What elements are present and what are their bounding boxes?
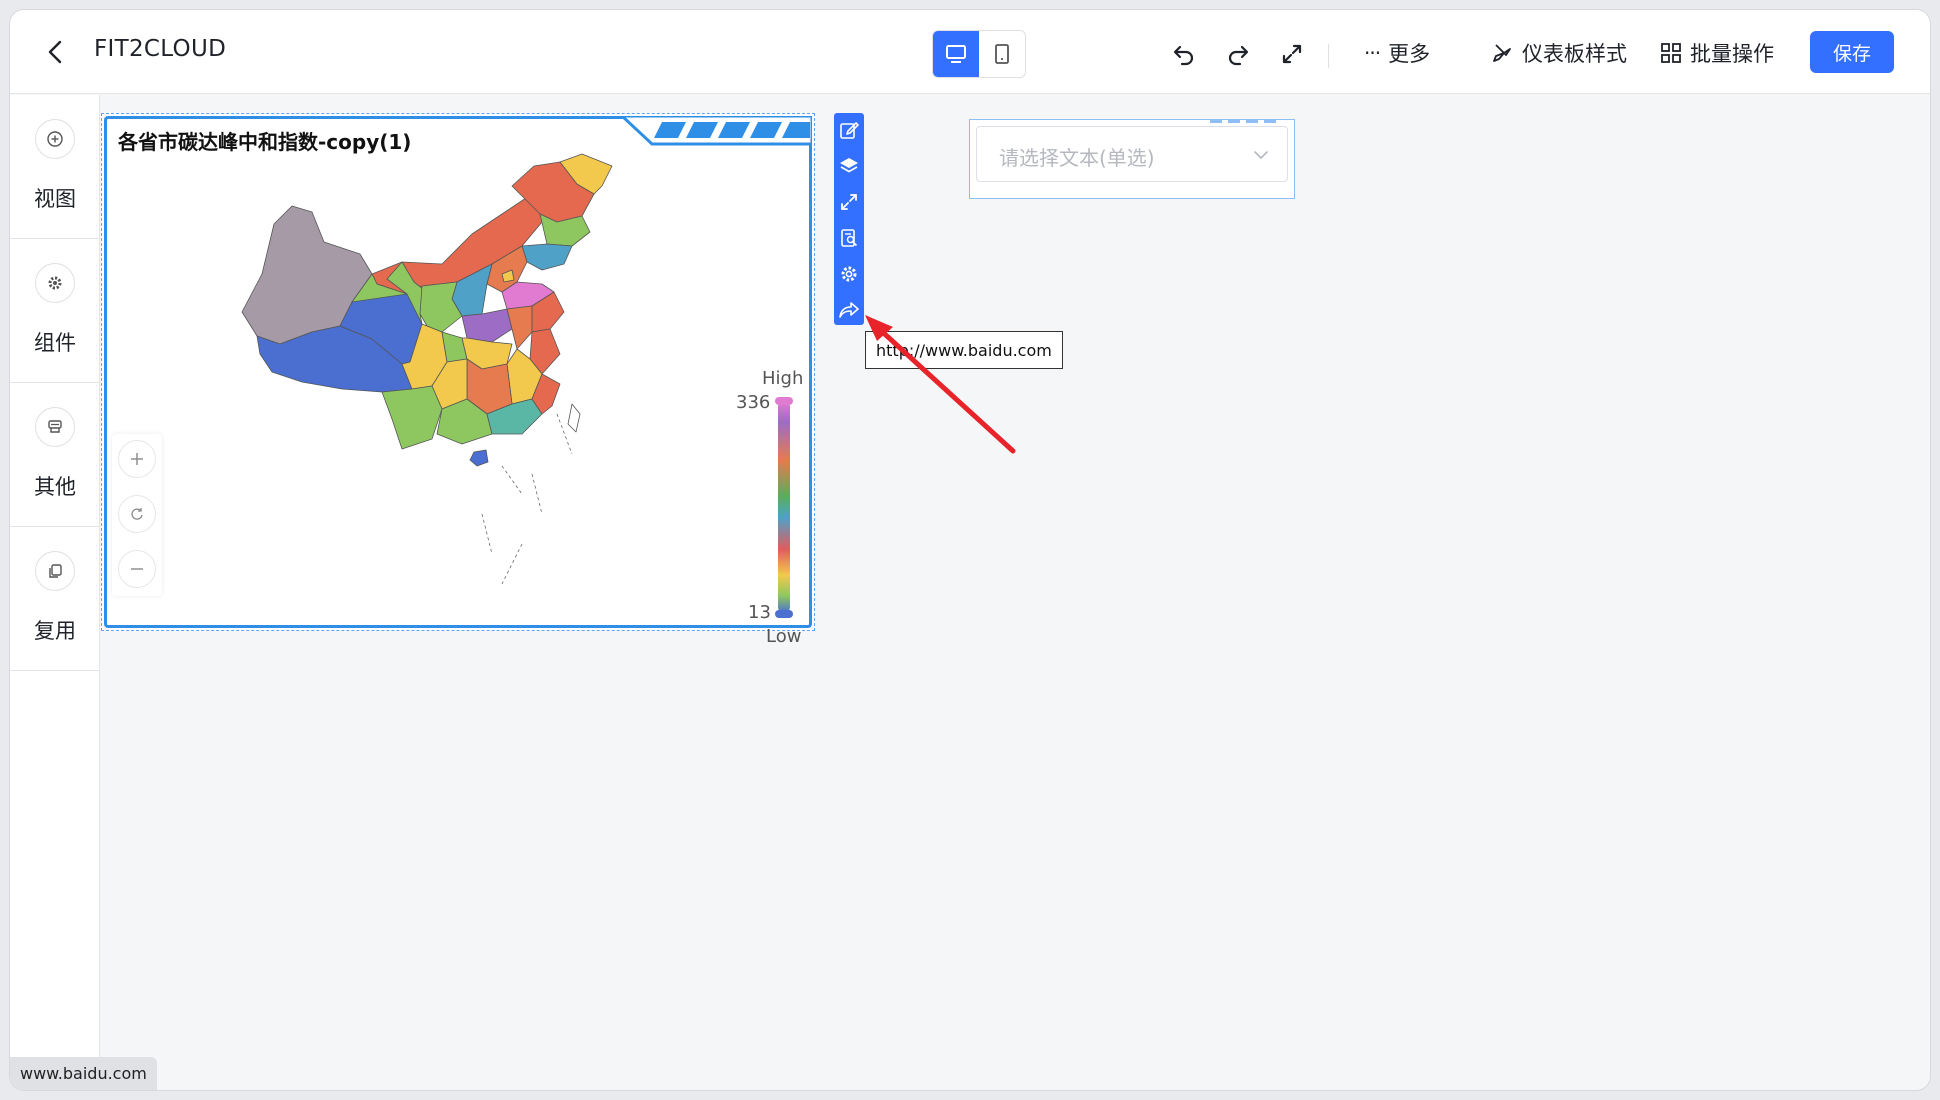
zoom-in-icon[interactable] bbox=[118, 440, 156, 478]
dashboard-style-label: 仪表板样式 bbox=[1522, 42, 1627, 66]
status-bar-url: www.baidu.com bbox=[10, 1057, 157, 1090]
sidebar-item-label: 视图 bbox=[34, 187, 76, 211]
sidebar-item-reuse[interactable]: 复用 bbox=[10, 527, 100, 671]
map-region-yunnan bbox=[381, 385, 443, 450]
stamp-icon bbox=[35, 407, 75, 447]
component-toolbar bbox=[834, 113, 864, 325]
legend-max-value: 336 bbox=[736, 392, 771, 413]
fullscreen-icon[interactable] bbox=[1276, 38, 1308, 70]
annotation-arrow bbox=[865, 315, 1016, 454]
zoom-out-icon[interactable] bbox=[118, 550, 156, 588]
china-map bbox=[241, 153, 613, 585]
select-placeholder: 请选择文本(单选) bbox=[999, 146, 1155, 170]
reset-zoom-icon[interactable] bbox=[118, 495, 156, 533]
phone-icon bbox=[995, 44, 1009, 64]
sidebar-item-other[interactable]: 其他 bbox=[10, 383, 100, 527]
left-sidebar: 视图 组件 其他 复用 bbox=[10, 95, 100, 1090]
redo-icon[interactable] bbox=[1222, 38, 1254, 70]
copy-icon bbox=[35, 551, 75, 591]
legend-min-handle[interactable] bbox=[775, 610, 793, 618]
text-select-dropdown[interactable]: 请选择文本(单选) bbox=[976, 126, 1288, 182]
view-details-icon[interactable] bbox=[838, 227, 860, 249]
save-button[interactable]: 保存 bbox=[1810, 31, 1894, 73]
brush-icon bbox=[1493, 44, 1511, 62]
settings-icon[interactable] bbox=[838, 263, 860, 285]
dashboard-style-button[interactable]: 仪表板样式 bbox=[1490, 36, 1627, 70]
edit-icon[interactable] bbox=[838, 119, 860, 141]
legend-low-label: Low bbox=[766, 626, 802, 647]
more-button[interactable]: ··· 更多 bbox=[1364, 36, 1430, 70]
share-jump-icon[interactable] bbox=[838, 299, 860, 321]
legend-high-label: High bbox=[762, 368, 804, 389]
legend-max-handle[interactable] bbox=[775, 397, 793, 405]
map-region-hainan bbox=[469, 449, 489, 467]
map-region-liaoning bbox=[521, 243, 573, 271]
map-zoom-control bbox=[112, 434, 162, 596]
chevron-down-icon bbox=[1254, 151, 1268, 160]
app-window: FIT2CLOUD ··· 更多 仪表板样式 批量操作 保存 视图 组件 其他 … bbox=[10, 10, 1930, 1090]
mobile-view-button[interactable] bbox=[979, 31, 1025, 77]
desktop-view-button[interactable] bbox=[933, 31, 979, 77]
sidebar-item-view[interactable]: 视图 bbox=[10, 95, 100, 239]
select-corner-decoration bbox=[1210, 119, 1276, 123]
app-title: FIT2CLOUD bbox=[94, 36, 227, 62]
sidebar-item-label: 复用 bbox=[34, 619, 76, 643]
batch-operation-label: 批量操作 bbox=[1690, 42, 1774, 66]
top-header: FIT2CLOUD ··· 更多 仪表板样式 批量操作 保存 bbox=[10, 10, 1930, 94]
map-region-taiwan bbox=[567, 403, 581, 433]
undo-icon[interactable] bbox=[1168, 38, 1200, 70]
legend-color-scale[interactable] bbox=[778, 401, 790, 613]
layers-icon[interactable] bbox=[838, 155, 860, 177]
more-label: 更多 bbox=[1388, 42, 1431, 66]
map-chart-card[interactable]: 各省市碳达峰中和指数-copy(1) High 336 13 Low bbox=[101, 113, 815, 647]
batch-operation-button[interactable]: 批量操作 bbox=[1660, 36, 1774, 70]
back-arrow-icon[interactable] bbox=[40, 36, 72, 68]
south-china-sea-islands bbox=[481, 413, 573, 585]
grid-icon bbox=[1661, 43, 1681, 63]
text-select-filter: 请选择文本(单选) bbox=[969, 119, 1295, 199]
header-divider bbox=[1328, 44, 1329, 68]
plus-circle-icon bbox=[35, 119, 75, 159]
view-mode-toggle bbox=[932, 30, 1026, 78]
ellipsis-icon: ··· bbox=[1364, 41, 1381, 65]
gear-icon bbox=[35, 263, 75, 303]
dashboard-canvas: 各省市碳达峰中和指数-copy(1) High 336 13 Low http:… bbox=[101, 95, 1930, 1090]
legend-min-value: 13 bbox=[748, 602, 771, 623]
expand-icon[interactable] bbox=[838, 191, 860, 213]
monitor-icon bbox=[946, 45, 966, 63]
sidebar-item-label: 组件 bbox=[34, 331, 76, 355]
sidebar-item-component[interactable]: 组件 bbox=[10, 239, 100, 383]
sidebar-item-label: 其他 bbox=[34, 475, 76, 499]
